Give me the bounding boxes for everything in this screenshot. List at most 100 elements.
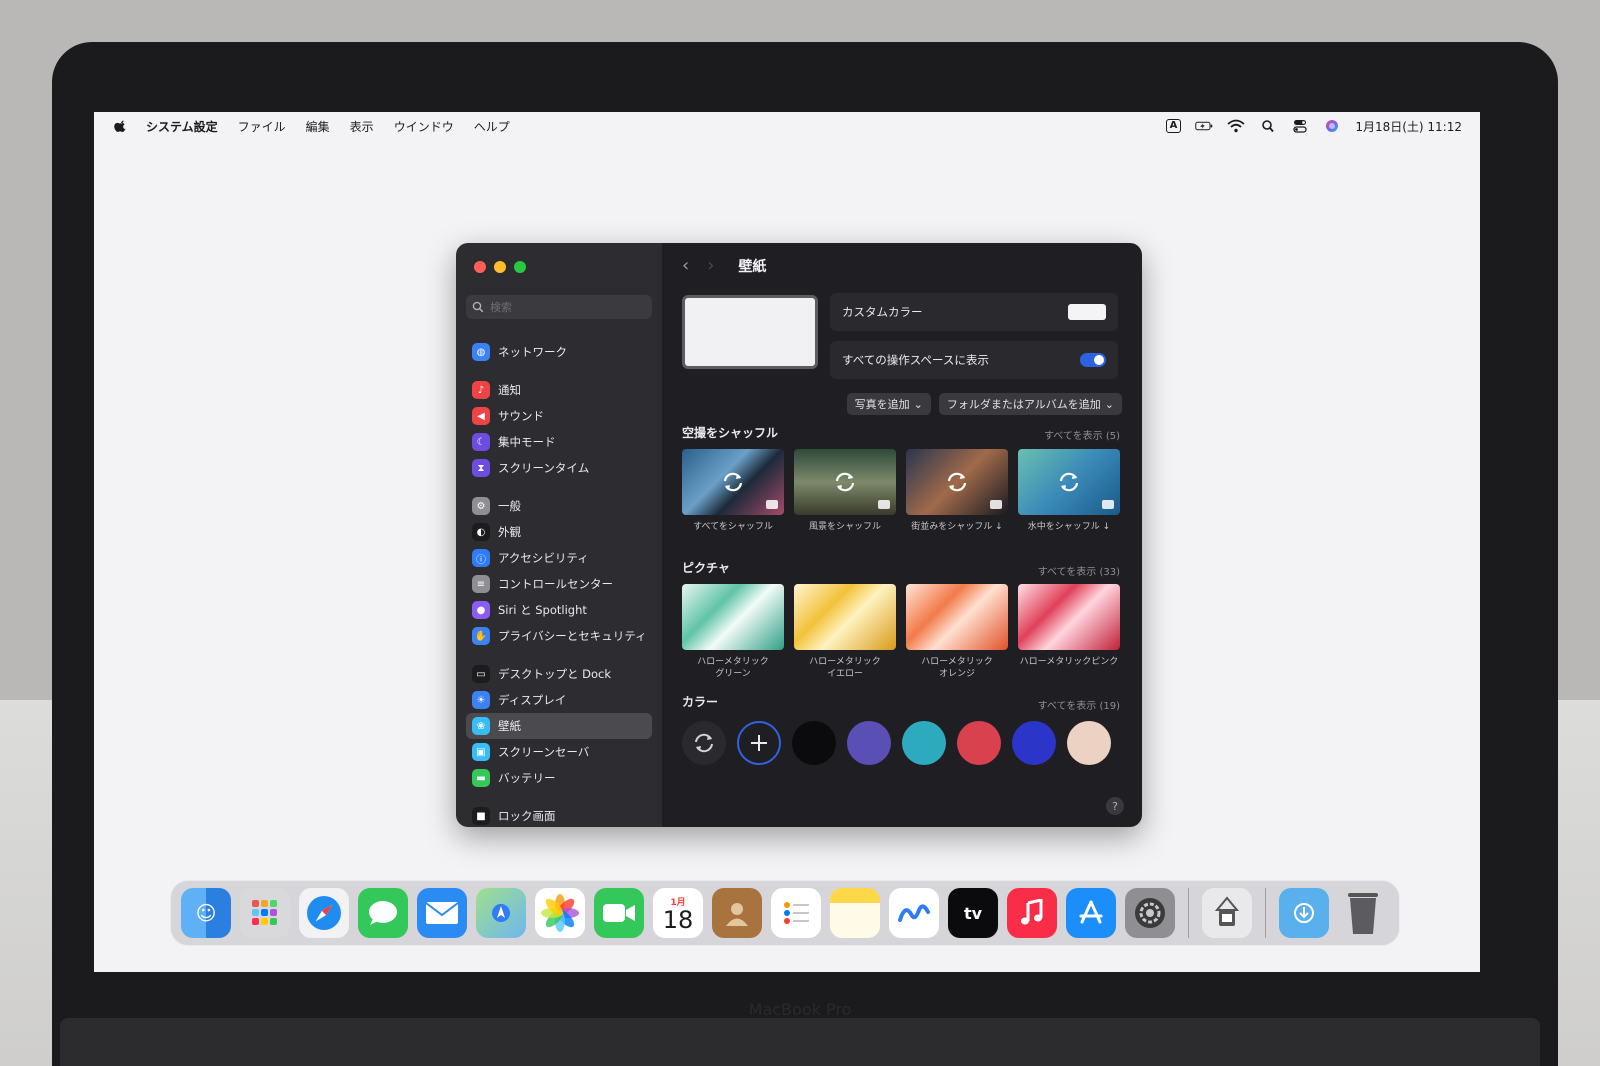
battery-charging-icon[interactable] — [1195, 119, 1213, 133]
picture-thumbnail-label: ハローメタリックピンク — [1019, 657, 1119, 667]
aerial-thumbnail[interactable]: 風景をシャッフル — [794, 449, 896, 533]
downloads-folder-icon[interactable] — [1279, 888, 1329, 938]
sidebar-item[interactable]: ≡ コントロールセンター — [466, 571, 652, 597]
sidebar-item[interactable]: ▭ デスクトップと Dock — [466, 661, 652, 687]
sidebar-item[interactable]: ◍ ネットワーク — [466, 339, 652, 365]
reminders-icon[interactable] — [771, 888, 821, 938]
sidebar-item[interactable]: ⧗ スクリーンタイム — [466, 455, 652, 481]
sidebar-item[interactable]: ◐ 外観 — [466, 519, 652, 545]
wifi-icon[interactable] — [1227, 119, 1245, 133]
picture-thumbnail[interactable]: ハローメタリックピンク — [1018, 584, 1120, 680]
picture-thumbnail[interactable]: ハローメタリック イエロー — [794, 584, 896, 680]
help-button[interactable]: ? — [1106, 797, 1124, 815]
app-menu[interactable]: システム設定 — [146, 118, 218, 135]
sidebar-list: ◍ ネットワーク ♪ 通知 ◀ サウンド ☾ 集中モード ⧗ スクリーンタイム ⚙ 一般 ◐ 外観 ⓘ アクセ… — [466, 339, 652, 827]
sidebar-item[interactable]: ▬ バッテリー — [466, 765, 652, 791]
custom-color-well[interactable] — [1068, 304, 1106, 320]
safari-icon[interactable] — [299, 888, 349, 938]
minimize-button[interactable] — [494, 261, 506, 273]
input-source-indicator[interactable]: A — [1165, 119, 1182, 133]
close-button[interactable] — [474, 261, 486, 273]
contacts-icon[interactable] — [712, 888, 762, 938]
pane-titlebar: ‹ › 壁紙 — [682, 255, 766, 276]
system-settings-icon[interactable] — [1125, 888, 1175, 938]
aerial-preview-image — [682, 449, 784, 515]
picture-thumbnail-label: ハローメタリック グリーン — [697, 657, 769, 679]
color-swatch[interactable] — [847, 721, 891, 765]
messages-icon[interactable] — [358, 888, 408, 938]
sidebar-item-label: プライバシーとセキュリティ — [498, 629, 647, 643]
color-swatch[interactable] — [957, 721, 1001, 765]
aerial-thumbnail[interactable]: 街並みをシャッフル ↓ — [906, 449, 1008, 533]
sidebar-item[interactable]: ▣ スクリーンセーバ — [466, 739, 652, 765]
sidebar-item[interactable]: ⓘ アクセシビリティ — [466, 545, 652, 571]
aerial-thumbnail[interactable]: 水中をシャッフル ↓ — [1018, 449, 1120, 533]
launchpad-icon[interactable] — [240, 888, 290, 938]
color-swatch[interactable] — [1067, 721, 1111, 765]
shuffle-icon — [723, 472, 743, 492]
sidebar-item[interactable]: ☀ ディスプレイ — [466, 687, 652, 713]
sidebar-item[interactable]: ✋ プライバシーとセキュリティ — [466, 623, 652, 649]
back-chevron-icon[interactable]: ‹ — [682, 255, 689, 276]
shuffle-colors-button[interactable] — [682, 721, 726, 765]
add-folder-button[interactable]: フォルダまたはアルバムを追加 ⌄ — [938, 393, 1122, 415]
hand-icon: ✋ — [472, 627, 490, 645]
music-icon[interactable] — [1007, 888, 1057, 938]
shuffle-icon — [835, 472, 855, 492]
calendar-icon[interactable]: 1月 18 — [653, 888, 703, 938]
colors-see-all-link[interactable]: すべてを表示 (19) — [1038, 697, 1120, 712]
sidebar-item[interactable]: ⚙ 一般 — [466, 493, 652, 519]
sidebar-item[interactable]: ❀ 壁紙 — [466, 713, 652, 739]
picture-thumbnail[interactable]: ハローメタリック グリーン — [682, 584, 784, 680]
pictures-see-all-link[interactable]: すべてを表示 (33) — [1038, 563, 1120, 578]
add-photo-button[interactable]: 写真を追加 ⌄ — [846, 393, 931, 415]
trash-icon[interactable] — [1338, 888, 1388, 938]
color-swatch[interactable] — [1012, 721, 1056, 765]
freeform-icon[interactable] — [889, 888, 939, 938]
apple-menu-icon[interactable] — [114, 119, 128, 133]
color-swatches — [682, 721, 1111, 765]
chevron-down-icon: ⌄ — [913, 397, 923, 411]
facetime-icon[interactable] — [594, 888, 644, 938]
plus-icon — [751, 735, 767, 751]
sidebar-item[interactable]: ■ ロック画面 — [466, 803, 652, 827]
sidebar-item[interactable]: ◀ サウンド — [466, 403, 652, 429]
siri-icon[interactable] — [1323, 119, 1341, 133]
laptop-base — [60, 1018, 1540, 1066]
menu-edit[interactable]: 編集 — [306, 118, 330, 135]
sidebar-item[interactable]: ☾ 集中モード — [466, 429, 652, 455]
maps-icon[interactable] — [476, 888, 526, 938]
sidebar: ◍ ネットワーク ♪ 通知 ◀ サウンド ☾ 集中モード ⧗ スクリーンタイム ⚙ 一般 ◐ 外観 ⓘ アクセ… — [456, 243, 662, 827]
app-store-icon[interactable] — [1066, 888, 1116, 938]
forward-chevron-icon[interactable]: › — [707, 255, 714, 276]
add-color-button[interactable] — [737, 721, 781, 765]
sidebar-item[interactable]: ● Siri と Spotlight — [466, 597, 652, 623]
preview-app-icon[interactable] — [1202, 888, 1252, 938]
notes-icon[interactable] — [830, 888, 880, 938]
menu-file[interactable]: ファイル — [238, 118, 286, 135]
sidebar-search[interactable] — [466, 295, 652, 319]
menu-view[interactable]: 表示 — [350, 118, 374, 135]
all-spaces-toggle[interactable] — [1080, 353, 1106, 367]
sidebar-item[interactable]: ♪ 通知 — [466, 377, 652, 403]
zoom-button[interactable] — [514, 261, 526, 273]
photos-icon[interactable] — [535, 888, 585, 938]
finder-icon[interactable]: ☺ — [181, 888, 231, 938]
sidebar-item-label: スクリーンタイム — [498, 461, 590, 475]
sidebar-item-label: Siri と Spotlight — [498, 603, 587, 617]
color-swatch[interactable] — [902, 721, 946, 765]
color-swatch[interactable] — [792, 721, 836, 765]
sidebar-item-label: 集中モード — [498, 435, 556, 449]
control-center-icon[interactable] — [1291, 119, 1309, 133]
aerial-thumbnail[interactable]: すべてをシャッフル — [682, 449, 784, 533]
mail-icon[interactable] — [417, 888, 467, 938]
search-input[interactable] — [490, 300, 640, 314]
menu-window[interactable]: ウインドウ — [394, 118, 454, 135]
picture-thumbnail[interactable]: ハローメタリック オレンジ — [906, 584, 1008, 680]
menu-bar-clock[interactable]: 1月18日(土) 11:12 — [1355, 118, 1462, 135]
spotlight-search-icon[interactable] — [1259, 119, 1277, 133]
menu-help[interactable]: ヘルプ — [474, 118, 510, 135]
aerial-see-all-link[interactable]: すべてを表示 (5) — [1044, 427, 1120, 442]
apple-tv-icon[interactable]: tv — [948, 888, 998, 938]
